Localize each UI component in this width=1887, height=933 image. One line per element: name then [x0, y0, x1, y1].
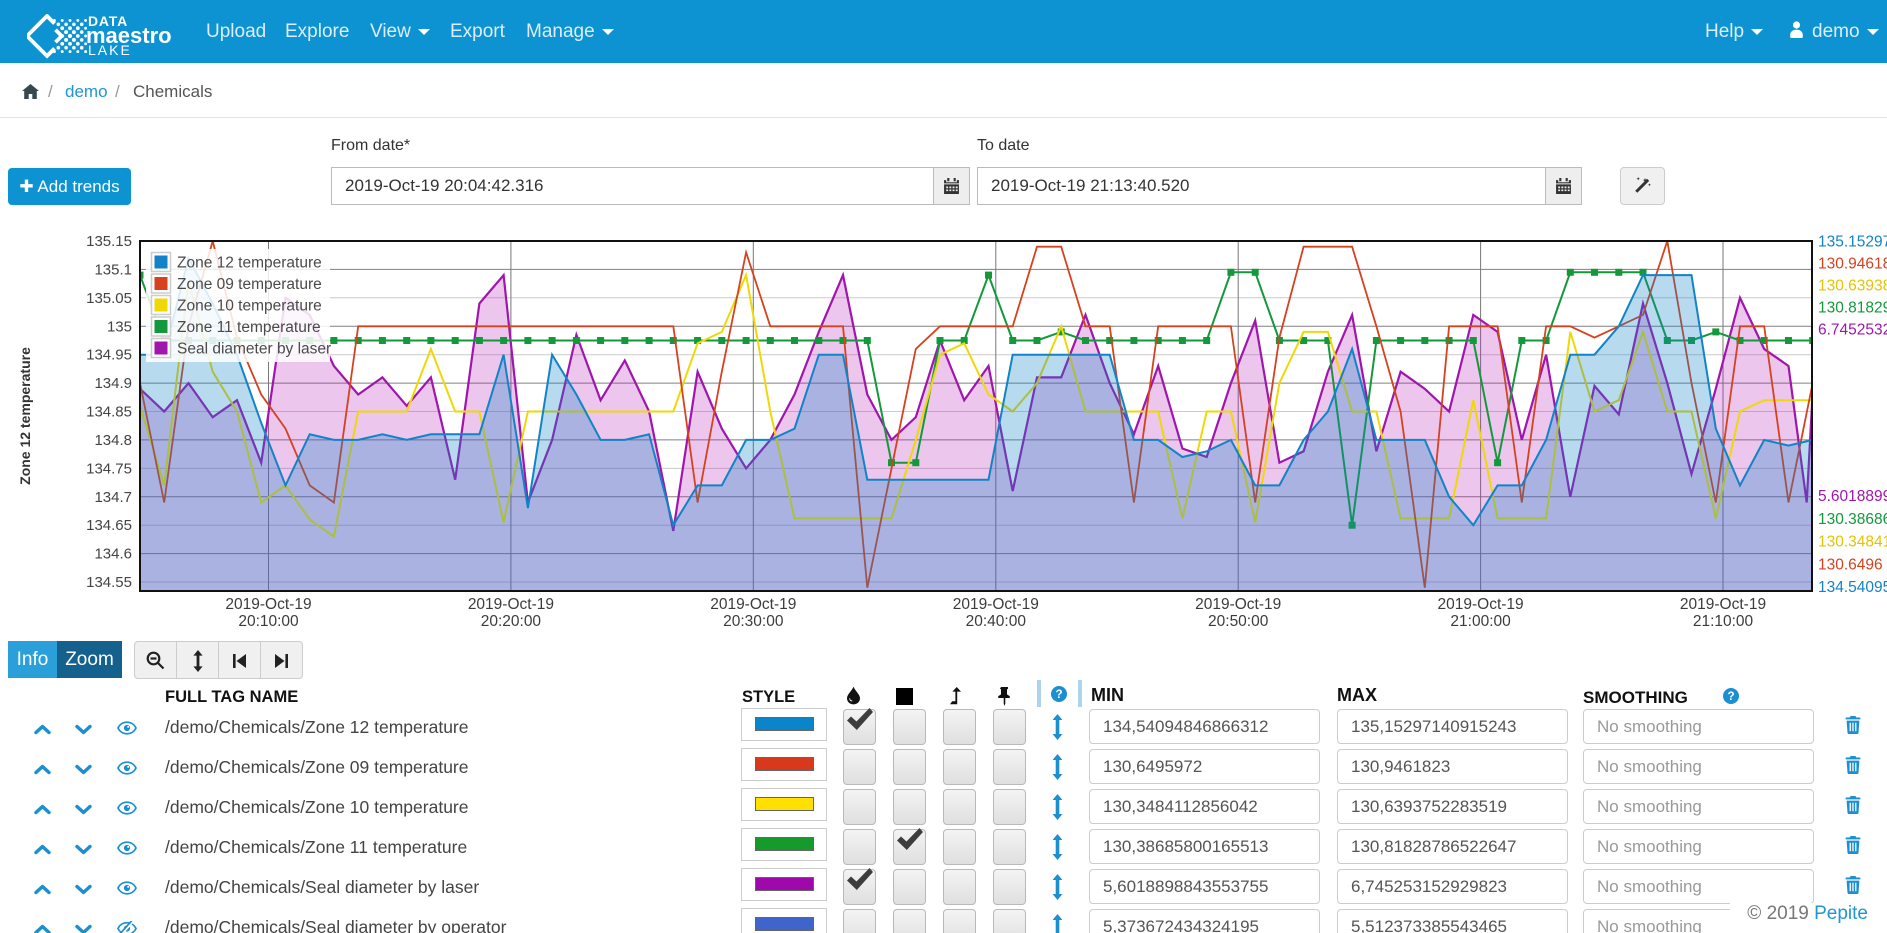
svg-text:20:50:00: 20:50:00	[1208, 613, 1269, 630]
svg-text:134.8: 134.8	[94, 432, 132, 449]
svg-text:Zone 09 temperature: Zone 09 temperature	[177, 276, 322, 293]
svg-text:130.38686: 130.38686	[1818, 511, 1887, 528]
svg-text:134.65: 134.65	[86, 517, 132, 534]
svg-text:134.9: 134.9	[94, 375, 132, 392]
svg-text:Seal diameter by laser: Seal diameter by laser	[177, 341, 331, 358]
svg-text:134.95: 134.95	[86, 347, 132, 364]
svg-text:134.6: 134.6	[94, 546, 132, 563]
svg-text:2019-Oct-19: 2019-Oct-19	[710, 596, 796, 613]
svg-text:135.1: 135.1	[94, 261, 132, 278]
svg-text:135.05: 135.05	[86, 290, 132, 307]
svg-text:130.94618: 130.94618	[1818, 256, 1887, 273]
svg-text:Zone 11 temperature: Zone 11 temperature	[177, 319, 321, 336]
svg-text:2019-Oct-19: 2019-Oct-19	[1680, 596, 1766, 613]
svg-text:130.34841: 130.34841	[1818, 534, 1887, 551]
svg-text:135.15: 135.15	[86, 233, 132, 250]
svg-text:2019-Oct-19: 2019-Oct-19	[468, 596, 554, 613]
svg-text:20:20:00: 20:20:00	[481, 613, 542, 630]
svg-text:130.6496: 130.6496	[1818, 556, 1883, 573]
svg-text:134.75: 134.75	[86, 460, 132, 477]
svg-text:134.55: 134.55	[86, 574, 132, 591]
svg-text:5.6018899: 5.6018899	[1818, 488, 1887, 505]
svg-text:20:40:00: 20:40:00	[966, 613, 1027, 630]
svg-text:21:00:00: 21:00:00	[1450, 613, 1511, 630]
svg-text:Zone 12 temperature: Zone 12 temperature	[177, 255, 322, 272]
svg-text:2019-Oct-19: 2019-Oct-19	[225, 596, 311, 613]
svg-text:Zone 12 temperature: Zone 12 temperature	[17, 347, 33, 485]
svg-text:130.81829: 130.81829	[1818, 300, 1887, 317]
svg-text:6.7452532: 6.7452532	[1818, 322, 1887, 339]
svg-text:2019-Oct-19: 2019-Oct-19	[1195, 596, 1281, 613]
svg-text:21:10:00: 21:10:00	[1693, 613, 1754, 630]
svg-text:135.15297: 135.15297	[1818, 234, 1887, 251]
svg-text:20:30:00: 20:30:00	[723, 613, 784, 630]
svg-text:2019-Oct-19: 2019-Oct-19	[953, 596, 1039, 613]
svg-text:2019-Oct-19: 2019-Oct-19	[1438, 596, 1524, 613]
svg-text:130.63938: 130.63938	[1818, 278, 1887, 295]
svg-text:?: ?	[1055, 689, 1062, 701]
svg-text:20:10:00: 20:10:00	[238, 613, 299, 630]
svg-text:134.54095: 134.54095	[1818, 579, 1887, 596]
svg-text:134.7: 134.7	[94, 489, 132, 506]
svg-text:?: ?	[1727, 691, 1734, 703]
svg-text:134.85: 134.85	[86, 404, 132, 421]
svg-text:Zone 10 temperature: Zone 10 temperature	[177, 298, 322, 315]
svg-text:135: 135	[107, 318, 132, 335]
